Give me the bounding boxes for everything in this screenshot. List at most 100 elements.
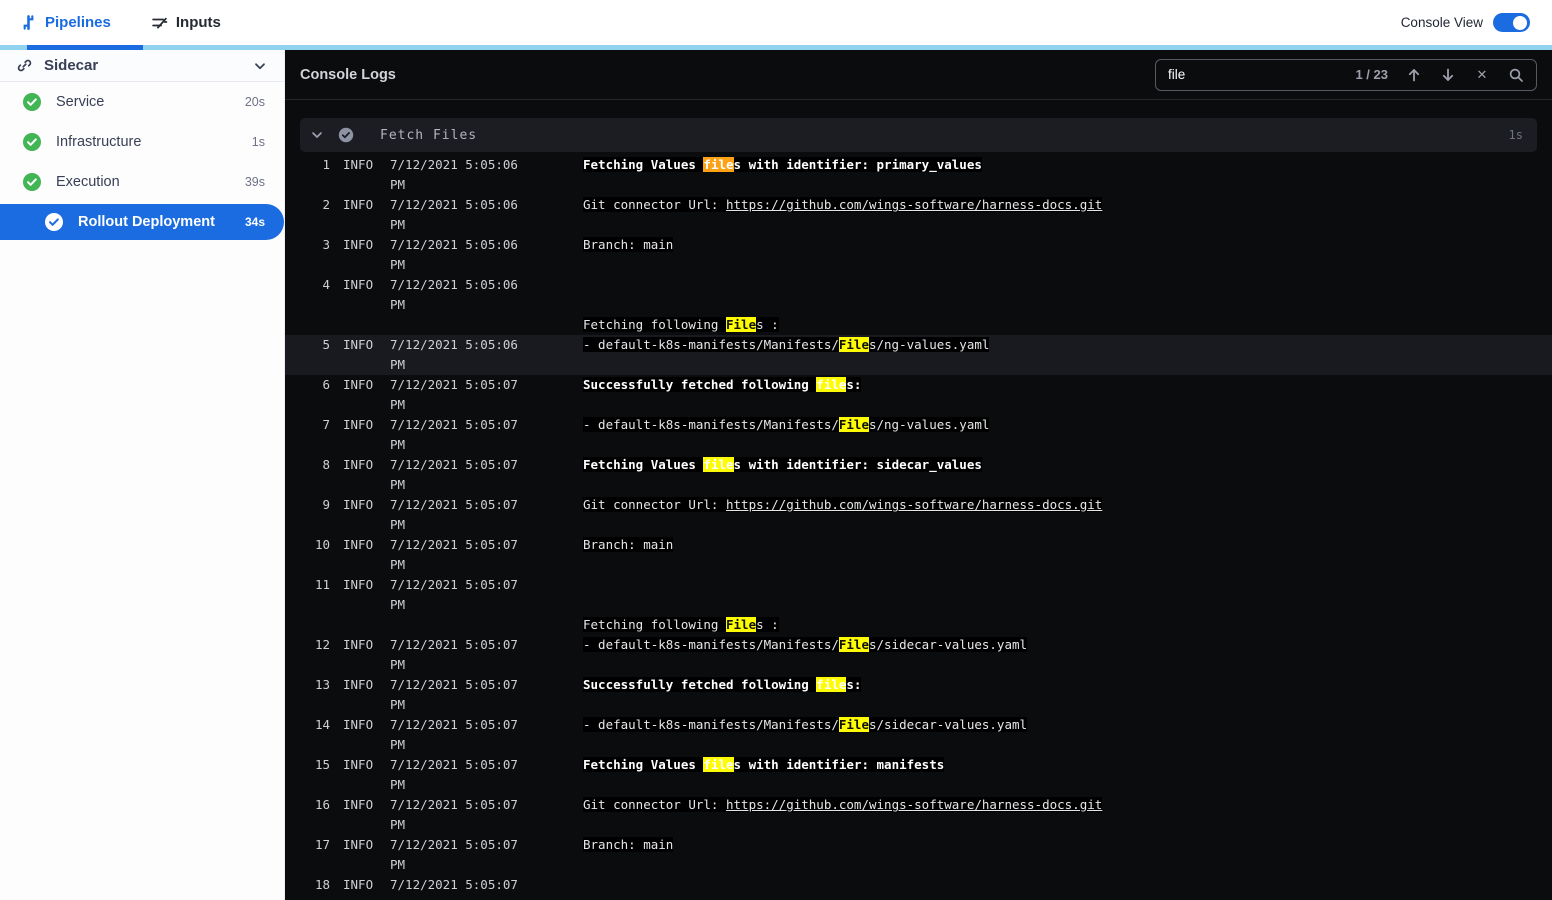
log-level (343, 315, 390, 335)
active-tab-underline (27, 45, 143, 50)
search-match: File (838, 417, 869, 432)
log-text: s with identifier: manifests (733, 757, 945, 772)
log-message: Successfully fetched following files: (583, 375, 1537, 415)
log-message: - default-k8s-manifests/Manifests/Files/… (583, 635, 1537, 675)
log-level: INFO (343, 577, 374, 592)
log-timestamp: 7/12/2021 5:05:07 PM (390, 537, 518, 572)
tab-underline-strip (0, 45, 1552, 50)
search-input[interactable] (1168, 67, 1338, 82)
sidebar-item-execution[interactable]: Execution 39s (0, 162, 284, 202)
tab-inputs[interactable]: Inputs (131, 0, 241, 45)
stage-label: Infrastructure (56, 134, 142, 150)
log-message: - default-k8s-manifests/Manifests/Files/… (583, 415, 1537, 455)
log-timestamp: 7/12/2021 5:05:07 PM (390, 797, 518, 832)
log-row: 8 INFO 7/12/2021 5:05:07 PM Fetching Values… (285, 455, 1552, 495)
log-line-number: 2 (322, 197, 330, 212)
log-line-number (300, 615, 330, 635)
search-match: File (838, 337, 869, 352)
search-icon[interactable] (1508, 67, 1524, 83)
log-text: s : (756, 317, 779, 332)
log-line-number: 1 (322, 157, 330, 172)
top-tabs: Pipelines Inputs (0, 0, 241, 45)
search-match: file (816, 377, 847, 392)
log-message (583, 575, 1537, 615)
chevron-down-icon[interactable] (310, 128, 324, 142)
search-match: File (726, 617, 757, 632)
log-row: 17 INFO 7/12/2021 5:05:07 PM Branch: main (285, 835, 1552, 875)
log-timestamp: 7/12/2021 5:05:06 PM (390, 157, 518, 192)
log-row: 6 INFO 7/12/2021 5:05:07 PM Successfully fe… (285, 375, 1552, 415)
tab-pipelines[interactable]: Pipelines (0, 0, 131, 45)
step-success-icon (338, 127, 354, 143)
search-match: File (838, 717, 869, 732)
log-row: 12 INFO 7/12/2021 5:05:07 PM - default-k8s-… (285, 635, 1552, 675)
sidebar-item-rollout-deployment[interactable]: Rollout Deployment 34s (0, 204, 284, 240)
search-match-counter: 1 / 23 (1355, 67, 1388, 82)
stage-label: Service (56, 94, 105, 110)
log-row: 2 INFO 7/12/2021 5:05:06 PM Git connector U… (285, 195, 1552, 235)
log-row: 11 INFO 7/12/2021 5:05:07 PM (285, 575, 1552, 615)
log-row: 3 INFO 7/12/2021 5:05:06 PM Branch: main (285, 235, 1552, 275)
console-view-toggle[interactable] (1493, 13, 1530, 32)
chevron-down-icon[interactable] (252, 58, 268, 74)
console-header: Console Logs 1 / 23 ✕ (285, 50, 1552, 100)
log-text: s with identifier: primary_values (733, 157, 982, 172)
log-text: s/sidecar-values.yaml (868, 717, 1028, 732)
log-level: INFO (343, 497, 374, 512)
log-text: - default-k8s-manifests/Manifests/ (583, 637, 839, 652)
log-level: INFO (343, 637, 374, 652)
next-match-icon[interactable] (1440, 67, 1456, 83)
log-link[interactable]: https://github.com/wings-software/harnes… (726, 197, 1103, 212)
stage-duration: 1s (251, 135, 265, 149)
log-timestamp: 7/12/2021 5:05:07 PM (390, 497, 518, 532)
previous-match-icon[interactable] (1406, 67, 1422, 83)
log-text: Successfully fetched following (583, 677, 817, 692)
log-section-fetch-files[interactable]: Fetch Files 1s (300, 118, 1537, 152)
log-text: Fetching Values (583, 757, 704, 772)
log-level: INFO (343, 837, 374, 852)
log-timestamp: 7/12/2021 5:05:07 PM (390, 457, 518, 492)
log-row: 7 INFO 7/12/2021 5:05:07 PM - default-k8s-m… (285, 415, 1552, 455)
close-search-icon[interactable]: ✕ (1474, 67, 1490, 83)
log-level: INFO (343, 797, 374, 812)
toggle-knob (1513, 15, 1527, 30)
log-link[interactable]: https://github.com/wings-software/harnes… (726, 797, 1103, 812)
search-match: file (703, 457, 734, 472)
log-line-number: 14 (314, 717, 330, 732)
sidebar-item-service[interactable]: Service 20s (0, 82, 284, 122)
log-message: Fetching Values files with identifier: m… (583, 755, 1537, 795)
pipeline-header[interactable]: Sidecar (0, 50, 284, 82)
tab-inputs-label: Inputs (175, 14, 221, 31)
log-text: Fetching following (583, 617, 726, 632)
log-timestamp (390, 315, 540, 335)
sidebar-item-infrastructure[interactable]: Infrastructure 1s (0, 122, 284, 162)
log-line-number: 6 (322, 377, 330, 392)
log-message: Fetching Values files with identifier: p… (583, 155, 1537, 195)
section-title: Fetch Files (380, 127, 478, 143)
log-timestamp: 7/12/2021 5:05:07 PM (390, 417, 518, 452)
log-link[interactable]: https://github.com/wings-software/harnes… (726, 497, 1103, 512)
log-message: Fetching following Files : (583, 315, 1537, 335)
log-row: 18 INFO 7/12/2021 5:05:07 PM (285, 875, 1552, 900)
log-text: s: (846, 377, 862, 392)
log-text: Git connector Url: (583, 197, 726, 212)
log-line-number: 16 (314, 797, 330, 812)
success-check-icon (22, 132, 42, 152)
step-label: Rollout Deployment (78, 214, 215, 230)
log-row: 16 INFO 7/12/2021 5:05:07 PM Git connector … (285, 795, 1552, 835)
log-search-box: 1 / 23 ✕ (1155, 58, 1537, 91)
log-line-number: 18 (314, 877, 330, 892)
log-level: INFO (343, 677, 374, 692)
log-timestamp: 7/12/2021 5:05:07 PM (390, 757, 518, 792)
log-text: Git connector Url: (583, 797, 726, 812)
log-timestamp: 7/12/2021 5:05:07 PM (390, 637, 518, 672)
console-title: Console Logs (300, 66, 396, 83)
log-text: Fetching following (583, 317, 726, 332)
log-message: Git connector Url: https://github.com/wi… (583, 795, 1537, 835)
log-text: Branch: main (583, 837, 674, 852)
log-timestamp: 7/12/2021 5:05:06 PM (390, 337, 518, 372)
log-timestamp: 7/12/2021 5:05:07 PM (390, 677, 518, 712)
stage-duration: 20s (244, 95, 265, 109)
log-level: INFO (343, 537, 374, 552)
log-row: 5 INFO 7/12/2021 5:05:06 PM - default-k8s-m… (285, 335, 1552, 375)
